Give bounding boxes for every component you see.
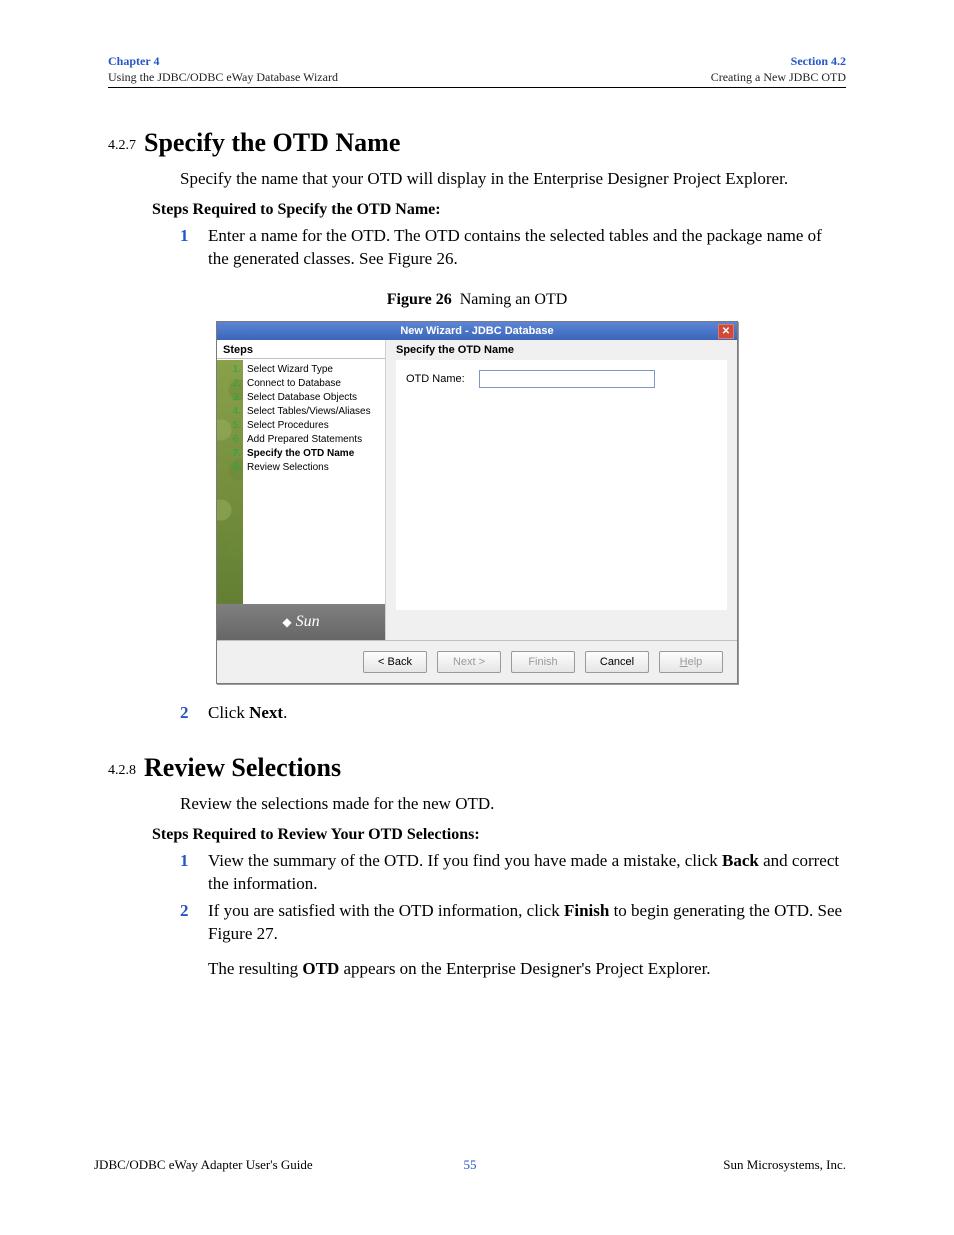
section-intro-2: Review the selections made for the new O…: [180, 793, 846, 816]
panel-caption: Specify the OTD Name: [396, 344, 727, 360]
content-pane: Specify the OTD Name OTD Name:: [386, 340, 737, 640]
steps-pane: Steps 1.Select Wizard Type 2.Connect to …: [217, 340, 386, 640]
wizard-step: 4.Select Tables/Views/Aliases: [229, 405, 381, 419]
chapter-link[interactable]: Chapter 4: [108, 54, 159, 68]
section-subtitle: Creating a New JDBC OTD: [711, 70, 846, 86]
section-intro: Specify the name that your OTD will disp…: [180, 168, 846, 191]
wizard-step: 2.Connect to Database: [229, 377, 381, 391]
close-icon[interactable]: ✕: [718, 324, 734, 339]
sun-logo: Sun: [217, 604, 385, 640]
wizard-step: 5.Select Procedures: [229, 419, 381, 433]
next-button[interactable]: Next >: [437, 651, 501, 673]
review-step-1: View the summary of the OTD. If you find…: [180, 850, 846, 896]
steps-heading-2: Steps Required to Review Your OTD Select…: [152, 826, 846, 844]
help-button[interactable]: Help: [659, 651, 723, 673]
wizard-step: 8.Review Selections: [229, 461, 381, 475]
finish-button[interactable]: Finish: [511, 651, 575, 673]
page-footer: JDBC/ODBC eWay Adapter User's Guide 55 S…: [94, 1157, 846, 1173]
wizard-step: 6.Add Prepared Statements: [229, 433, 381, 447]
wizard-step: 3.Select Database Objects: [229, 391, 381, 405]
section-link[interactable]: Section 4.2: [791, 54, 846, 68]
otd-name-label: OTD Name:: [406, 373, 465, 385]
cancel-button[interactable]: Cancel: [585, 651, 649, 673]
step-2: Click Next.: [180, 702, 846, 725]
page-header: Chapter 4 Using the JDBC/ODBC eWay Datab…: [108, 54, 846, 85]
step-1: Enter a name for the OTD. The OTD contai…: [180, 225, 846, 271]
wizard-dialog: New Wizard - JDBC Database ✕ Steps 1.Sel…: [216, 321, 738, 684]
steps-label: Steps: [217, 340, 385, 359]
steps-heading: Steps Required to Specify the OTD Name:: [152, 201, 846, 219]
chapter-subtitle: Using the JDBC/ODBC eWay Database Wizard: [108, 70, 338, 86]
section-heading-428: 4.2.8Review Selections: [108, 753, 846, 783]
button-row: < Back Next > Finish Cancel Help: [217, 640, 737, 683]
review-step-2: If you are satisfied with the OTD inform…: [180, 900, 846, 981]
header-rule: [108, 87, 846, 88]
section-heading-427: 4.2.7Specify the OTD Name: [108, 128, 846, 158]
wizard-step: 1.Select Wizard Type: [229, 363, 381, 377]
footer-right: Sun Microsystems, Inc.: [723, 1157, 846, 1173]
otd-name-input[interactable]: [479, 370, 655, 388]
dialog-title: New Wizard - JDBC Database: [400, 325, 553, 337]
wizard-step-current: 7.Specify the OTD Name: [229, 447, 381, 461]
dialog-titlebar: New Wizard - JDBC Database ✕: [217, 322, 737, 340]
figure-caption: Figure 26 Naming an OTD: [108, 291, 846, 309]
back-button[interactable]: < Back: [363, 651, 427, 673]
